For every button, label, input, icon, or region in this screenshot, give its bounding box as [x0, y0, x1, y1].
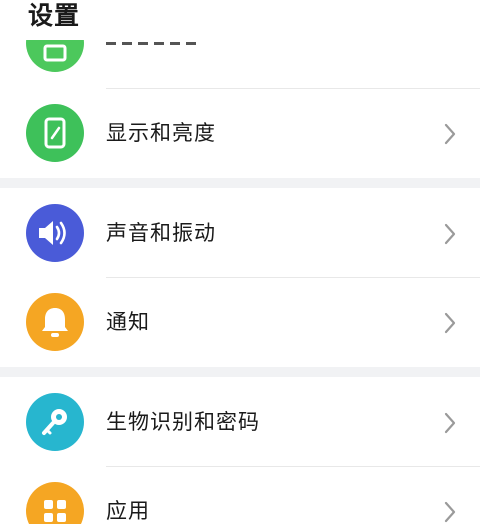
settings-item-label-partial	[106, 42, 226, 52]
section-gap	[0, 367, 480, 377]
settings-item-display-brightness[interactable]: 显示和亮度	[0, 89, 480, 178]
settings-item-label: 应用	[106, 499, 150, 523]
key-icon	[26, 393, 84, 451]
settings-item-label: 显示和亮度	[106, 121, 216, 145]
settings-item-sound-vibration[interactable]: 声音和振动	[0, 188, 480, 278]
page-title: 设置	[28, 1, 81, 30]
chevron-right-icon	[444, 501, 456, 523]
settings-item-notifications[interactable]: 通知	[0, 278, 480, 367]
phone-display-icon	[26, 104, 84, 162]
settings-item-label: 声音和振动	[106, 221, 216, 245]
divider	[106, 88, 480, 89]
chevron-right-icon	[444, 412, 456, 434]
chevron-right-icon	[444, 312, 456, 334]
header: 设置	[0, 0, 480, 40]
settings-item-biometrics-password[interactable]: 生物识别和密码	[0, 377, 480, 467]
chevron-right-icon	[444, 123, 456, 145]
settings-item-label: 通知	[106, 310, 150, 334]
chevron-right-icon	[444, 223, 456, 245]
settings-item-apps[interactable]: 应用	[0, 467, 480, 524]
speaker-icon	[26, 204, 84, 262]
bell-icon	[26, 293, 84, 351]
section-gap	[0, 178, 480, 188]
settings-item-label: 生物识别和密码	[106, 410, 260, 434]
apps-grid-icon	[26, 482, 84, 524]
